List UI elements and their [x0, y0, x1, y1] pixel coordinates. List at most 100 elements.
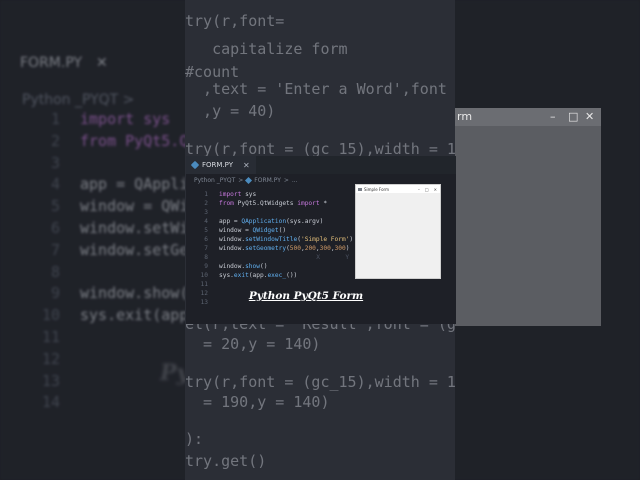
- background-minimize-icon: –: [550, 110, 556, 123]
- background-line-number: 3: [50, 153, 60, 172]
- background-code-line: 13: [20, 372, 80, 390]
- code-token: window =: [219, 227, 253, 234]
- simple-form-window[interactable]: Simple Form – □ ✕: [355, 184, 441, 279]
- code-token: window.: [219, 236, 246, 243]
- breadcrumb-symbol[interactable]: ...: [292, 177, 298, 184]
- code-token: (): [259, 263, 268, 270]
- close-icon[interactable]: ✕: [434, 187, 437, 192]
- code-token: QApplication: [241, 218, 287, 225]
- background-code-line: = 190,y = 140): [185, 393, 330, 411]
- python-file-icon: [245, 176, 253, 184]
- code-token: 'Simple Form': [300, 236, 350, 243]
- background-code-line: ,y = 40): [185, 102, 276, 120]
- background-maximize-icon: □: [568, 110, 579, 123]
- code-token: 200: [304, 245, 316, 252]
- code-token: 500: [289, 245, 301, 252]
- background-code-text: import sys: [80, 110, 171, 128]
- background-code-line: = 20,y = 140): [185, 335, 321, 353]
- code-text: window = QWidget(): [219, 226, 286, 235]
- code-line[interactable]: 11: [186, 280, 456, 289]
- background-code-line: 10 sys.exit(app: [20, 306, 188, 324]
- line-number: 10: [200, 272, 208, 279]
- video-caption: Python PyQt5 Form: [248, 290, 364, 302]
- background-line-number: 11: [41, 328, 60, 346]
- background-line-number: 1: [50, 110, 60, 128]
- background-code-line: 7 window.setGe: [20, 241, 188, 259]
- code-token: setGeometry: [245, 245, 287, 252]
- background-line-number: 6: [50, 219, 60, 237]
- minimize-icon[interactable]: –: [418, 187, 420, 192]
- background-code-line: 8: [20, 263, 80, 281]
- breadcrumb-folder[interactable]: Python _PYQT: [194, 177, 235, 184]
- code-token: window.: [219, 263, 246, 270]
- background-line-number: 9: [50, 284, 60, 303]
- background-code-text: window = QWi: [80, 197, 189, 216]
- tab-label: FORM.PY: [202, 161, 234, 169]
- code-token: *: [319, 200, 328, 207]
- code-text: app = QApplication(sys.argv): [219, 217, 323, 226]
- code-token: exec_: [267, 272, 287, 279]
- background-code-line: 14: [20, 393, 80, 411]
- code-text: import sys: [219, 190, 256, 199]
- code-token: PyQt5.QtWidgets: [233, 200, 298, 207]
- code-token: app =: [219, 218, 242, 225]
- line-number: 6: [204, 236, 208, 243]
- breadcrumb-file[interactable]: FORM.PY: [254, 177, 281, 184]
- background-code-line: 2 from PyQt5.Qt: [20, 132, 197, 150]
- background-code-line: #count: [185, 63, 240, 81]
- line-number: 9: [204, 263, 208, 270]
- code-token: (app.: [248, 272, 268, 279]
- background-code-text: window.setGe: [80, 240, 189, 259]
- line-number: 5: [204, 227, 208, 234]
- background-breadcrumb: Python _PYQT >: [22, 92, 135, 108]
- code-token: setWindowTitle: [245, 236, 298, 243]
- background-code-text: window.show(: [80, 284, 189, 303]
- background-code-line: try.get(): [185, 452, 267, 470]
- background-tab: FORM.PY ✕: [20, 55, 108, 71]
- line-number: 3: [204, 209, 208, 216]
- code-token: import: [297, 200, 320, 207]
- code-token: sys.: [219, 272, 234, 279]
- code-text: window.show(): [219, 262, 267, 271]
- code-token: import: [219, 191, 242, 198]
- background-code-line: 3: [20, 154, 80, 172]
- code-token: sys: [241, 191, 257, 198]
- background-code-line: 12: [20, 350, 80, 368]
- background-line-number: 8: [50, 262, 60, 281]
- background-code-line: try(r,font = (gc_15),width = 160,bo: [185, 373, 455, 391]
- background-line-number: 4: [50, 175, 60, 194]
- code-token: from: [219, 200, 234, 207]
- python-file-icon: [190, 160, 200, 170]
- background-line-number: 5: [50, 197, 60, 216]
- background-line-number: 13: [41, 371, 60, 390]
- code-text: window.setWindowTitle('Simple Form'): [219, 235, 353, 244]
- code-token: ()): [286, 272, 298, 279]
- background-code-text: from PyQt5.Qt: [80, 131, 198, 150]
- code-token: ): [349, 236, 354, 243]
- code-token: 300: [334, 245, 346, 252]
- background-code-line: try(r,font=: [185, 12, 285, 30]
- background-code-text: window.setWi: [80, 219, 189, 237]
- breadcrumb-separator: >: [283, 176, 289, 184]
- background-code-line: 4 app = QAppli: [20, 175, 188, 193]
- background-code-line: 5 window = QWi: [20, 197, 188, 215]
- code-token: QWidget: [252, 227, 279, 234]
- code-text: sys.exit(app.exec_()): [219, 271, 297, 280]
- window-titlebar[interactable]: Simple Form – □ ✕: [356, 185, 440, 193]
- maximize-icon[interactable]: □: [425, 187, 429, 192]
- background-window: rm – □ ✕: [455, 108, 601, 326]
- background-line-number: 12: [41, 349, 60, 368]
- code-text: window.setGeometry(500,200,300,300): [219, 244, 349, 253]
- code-token: show: [245, 263, 260, 270]
- close-icon[interactable]: ✕: [243, 161, 250, 170]
- code-token: 300: [319, 245, 331, 252]
- line-number: 4: [204, 218, 208, 225]
- background-window-title: rm: [457, 110, 473, 123]
- tab-form-py[interactable]: FORM.PY ✕: [186, 156, 256, 174]
- background-line-number: 7: [50, 240, 60, 259]
- line-number: 2: [204, 200, 208, 207]
- background-code-line: 11: [20, 328, 80, 346]
- tab-bar: FORM.PY ✕: [186, 156, 456, 174]
- line-number: 11: [200, 281, 208, 288]
- code-token: (): [278, 227, 287, 234]
